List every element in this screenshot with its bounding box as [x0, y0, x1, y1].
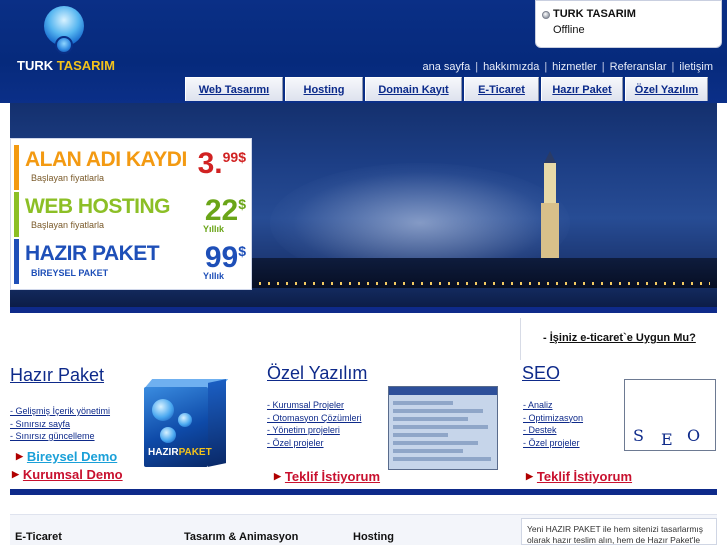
box-label: HAZIRPAKET — [148, 447, 212, 458]
divider-bar — [10, 307, 717, 313]
ozel-yazilim-title[interactable]: Özel Yazılım — [267, 363, 367, 384]
promo-name: WEB HOSTING — [25, 195, 171, 218]
list-item[interactable]: - Sınırsız sayfa — [10, 418, 110, 431]
promo-price: 22$ — [204, 194, 246, 227]
list-item[interactable]: - Özel projeler — [267, 437, 362, 450]
footer-heading-hosting[interactable]: Hosting — [353, 531, 394, 543]
hero-banner: ALAN ADI KAYDI Başlayan fiyatlarla 3.99$… — [10, 103, 717, 313]
seo-letter: O — [687, 426, 701, 445]
list-item[interactable]: - Kurumsal Projeler — [267, 399, 362, 412]
list-item[interactable]: - Özel projeler — [523, 437, 583, 450]
promo-name: HAZIR PAKET — [25, 242, 160, 265]
top-nav-services[interactable]: hizmetler — [552, 61, 597, 73]
status-name: TURK TASARIM — [553, 8, 636, 20]
seo-teklif-button[interactable]: ▶ Teklif İstiyorum — [526, 469, 632, 484]
list-item[interactable]: - Gelişmiş İçerik yönetimi — [10, 405, 110, 418]
promo-domain[interactable]: ALAN ADI KAYDI Başlayan fiyatlarla 3.99$ — [14, 145, 250, 190]
tab-e-ticaret[interactable]: E-Ticaret — [464, 77, 539, 101]
seo-list: - Analiz - Optimizasyon - Destek - Özel … — [523, 399, 583, 449]
software-screenshot-image — [388, 386, 498, 470]
list-item[interactable]: - Otomasyon Çözümleri — [267, 412, 362, 425]
tab-hosting[interactable]: Hosting — [285, 77, 363, 101]
arrow-right-icon: ▶ — [526, 471, 533, 481]
footer-heading-tasarim[interactable]: Tasarım & Animasyon — [184, 531, 298, 543]
arrow-right-icon: ▶ — [12, 469, 19, 479]
tab-web-tasarimi[interactable]: Web Tasarımı — [185, 77, 283, 101]
promo-sub: Başlayan fiyatlarla — [31, 220, 105, 230]
promo-hosting[interactable]: WEB HOSTING Başlayan fiyatlarla 22$ Yıll… — [14, 192, 250, 237]
bireysel-demo-link[interactable]: ▶ Bireysel Demo — [16, 449, 117, 464]
seo-letter: E — [661, 430, 673, 449]
list-item[interactable]: - Yönetim projeleri — [267, 424, 362, 437]
top-nav-home[interactable]: ana sayfa — [423, 61, 471, 73]
promo-per: Yıllık — [202, 271, 224, 281]
hazir-paket-list: - Gelişmiş İçerik yönetimi - Sınırsız sa… — [10, 405, 110, 443]
tab-hazir-paket[interactable]: Hazır Paket — [541, 77, 623, 101]
seo-image: S E O — [624, 379, 716, 451]
top-nav-references[interactable]: Referanslar — [610, 61, 667, 73]
live-support-status[interactable]: TURK TASARIM Offline — [535, 0, 722, 48]
list-item[interactable]: - Optimizasyon — [523, 412, 583, 425]
list-item[interactable]: - Destek — [523, 424, 583, 437]
list-item[interactable]: - Sınırsız güncelleme — [10, 430, 110, 443]
divider-bar — [10, 489, 717, 495]
hazir-paket-box-image: HAZIRPAKET — [138, 377, 230, 469]
promo-price: 99$ — [204, 241, 246, 274]
logo-text: TURK TASARIM — [17, 58, 115, 73]
ozel-teklif-button[interactable]: ▶ Teklif İstiyorum — [274, 469, 380, 484]
logo-word-turk: TURK — [17, 58, 54, 73]
status-state: Offline — [553, 24, 585, 36]
site-logo[interactable]: TURK TASARIM — [17, 6, 117, 76]
kurumsal-demo-link[interactable]: ▶ Kurumsal Demo — [12, 467, 123, 482]
promo-package[interactable]: HAZIR PAKET BİREYSEL PAKET 99$ Yıllık — [14, 239, 250, 284]
tab-ozel-yazilim[interactable]: Özel Yazılım — [625, 77, 708, 101]
top-nav-contact[interactable]: iletişim — [679, 61, 713, 73]
tab-domain-kayit[interactable]: Domain Kayıt — [365, 77, 462, 101]
eticaret-question: - İşiniz e-ticaret`e Uygun Mu? — [543, 332, 696, 344]
list-item[interactable]: - Analiz — [523, 399, 583, 412]
logo-word-tasarim: TASARIM — [56, 58, 115, 73]
arrow-right-icon: ▶ — [16, 451, 23, 461]
top-nav: ana sayfa | hakkımızda | hizmetler | Referansl… — [422, 61, 714, 73]
ozel-yazilim-list: - Kurumsal Projeler - Otomasyon Çözümler… — [267, 399, 362, 449]
status-dot-icon — [542, 11, 550, 19]
promo-sub: Başlayan fiyatlarla — [31, 173, 105, 183]
footer-heading-eticaret[interactable]: E-Ticaret — [15, 531, 62, 543]
maiden-tower-image — [533, 151, 567, 273]
footer-note: Yeni HAZIR PAKET ile hem sitenizi tasarl… — [527, 524, 704, 545]
promo-per: Yıllık — [202, 224, 224, 234]
seo-letter: S — [633, 426, 644, 445]
seo-title[interactable]: SEO — [522, 363, 560, 384]
promo-panel: ALAN ADI KAYDI Başlayan fiyatlarla 3.99$… — [10, 138, 252, 290]
top-nav-about[interactable]: hakkımızda — [483, 61, 539, 73]
hazir-paket-title[interactable]: Hazır Paket — [10, 365, 104, 386]
promo-price: 3.99$ — [197, 147, 246, 180]
eticaret-question-link[interactable]: İşiniz e-ticaret`e Uygun Mu? — [550, 332, 696, 344]
main-tabs: Web Tasarımı Hosting Domain Kayıt E-Tica… — [185, 77, 710, 101]
promo-sub: BİREYSEL PAKET — [31, 268, 109, 278]
promo-name: ALAN ADI KAYDI — [25, 148, 187, 171]
arrow-right-icon: ▶ — [274, 471, 281, 481]
logo-drop-icon — [55, 36, 73, 54]
